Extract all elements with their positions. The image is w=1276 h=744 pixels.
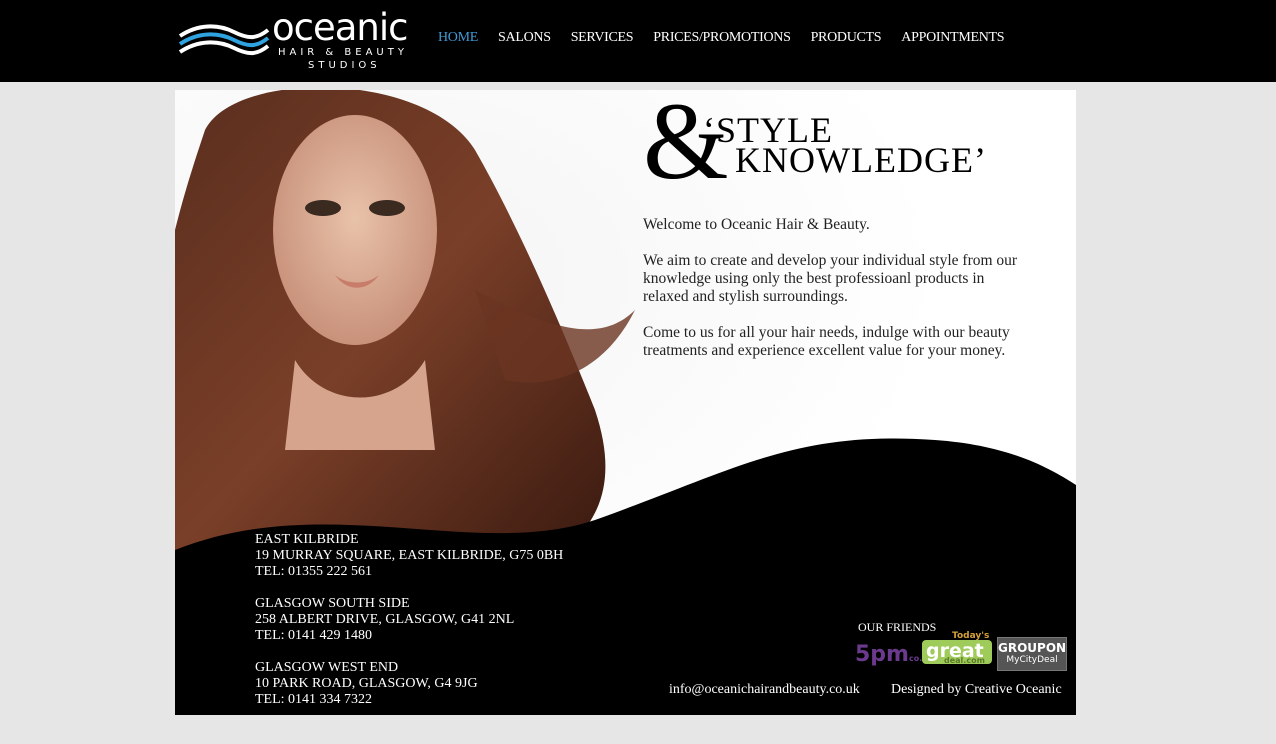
groupon-text: GROUPON (998, 641, 1067, 655)
address-street: 258 ALBERT DRIVE, GLASGOW, G41 2NL (255, 612, 515, 627)
nav-salons[interactable]: SALONS (498, 30, 551, 46)
address-name: GLASGOW WEST END (255, 660, 399, 675)
logo-wordmark: oceanic (272, 6, 408, 49)
main-nav: HOME SALONS SERVICES PRICES/PROMOTIONS P… (438, 30, 1024, 46)
partner-todays-great-deal-logo[interactable]: Today's great deal.com (920, 630, 994, 668)
nav-prices-promotions[interactable]: PRICES/PROMOTIONS (653, 30, 791, 46)
nav-products[interactable]: PRODUCTS (811, 30, 882, 46)
address-tel: TEL: 0141 429 1480 (255, 628, 373, 643)
address-glasgow-south-side: GLASGOW SOUTH SIDE 258 ALBERT DRIVE, GLA… (255, 596, 655, 644)
contact-email-link[interactable]: info@oceanichairandbeauty.co.uk (669, 682, 860, 698)
intro-paragraph: Come to us for all your hair needs, indu… (643, 324, 1010, 359)
address-name: GLASGOW SOUTH SIDE (255, 596, 410, 611)
nav-home[interactable]: HOME (438, 30, 478, 46)
wave-logo-icon (178, 24, 270, 55)
intro-copy: Welcome to Oceanic Hair & Beauty. We aim… (643, 216, 1023, 378)
partner-5pm-logo[interactable]: 5pmco.uk (855, 642, 933, 668)
site-logo[interactable]: oceanic HAIR & BEAUTY STUDIOS (178, 6, 418, 74)
partner-groupon-logo[interactable]: GROUPON MyCityDeal (997, 637, 1067, 671)
address-tel: TEL: 0141 334 7322 (255, 692, 373, 707)
nav-services[interactable]: SERVICES (571, 30, 634, 46)
address-glasgow-west-end: GLASGOW WEST END 10 PARK ROAD, GLASGOW, … (255, 660, 655, 708)
top-bar: oceanic HAIR & BEAUTY STUDIOS HOME SALON… (0, 0, 1276, 82)
hero-panel: & ‘STYLE KNOWLEDGE’ Welcome to Oceanic H… (175, 90, 1076, 715)
salon-addresses: EAST KILBRIDE 19 MURRAY SQUARE, EAST KIL… (255, 532, 655, 715)
groupon-subtext: MyCityDeal (1006, 655, 1058, 665)
partner-5pm-text: 5pm (855, 642, 909, 667)
address-tel: TEL: 01355 222 561 (255, 564, 373, 579)
intro-paragraph: We aim to create and develop your indivi… (643, 252, 1018, 305)
address-street: 19 MURRAY SQUARE, EAST KILBRIDE, G75 0BH (255, 548, 564, 563)
logo-tagline-1: HAIR & BEAUTY (278, 47, 408, 58)
great-deal-bottom: deal.com (944, 656, 985, 665)
address-street: 10 PARK ROAD, GLASGOW, G4 9JG (255, 676, 478, 691)
headline: & ‘STYLE KNOWLEDGE’ (643, 90, 1023, 216)
logo-tagline-2: STUDIOS (308, 60, 381, 71)
nav-appointments[interactable]: APPOINTMENTS (901, 30, 1004, 46)
address-east-kilbride: EAST KILBRIDE 19 MURRAY SQUARE, EAST KIL… (255, 532, 655, 580)
intro-paragraph: Welcome to Oceanic Hair & Beauty. (643, 216, 870, 233)
address-name: EAST KILBRIDE (255, 532, 359, 547)
headline-line-2: KNOWLEDGE’ (735, 140, 987, 180)
designed-by-credit: Designed by Creative Oceanic (891, 682, 1062, 697)
